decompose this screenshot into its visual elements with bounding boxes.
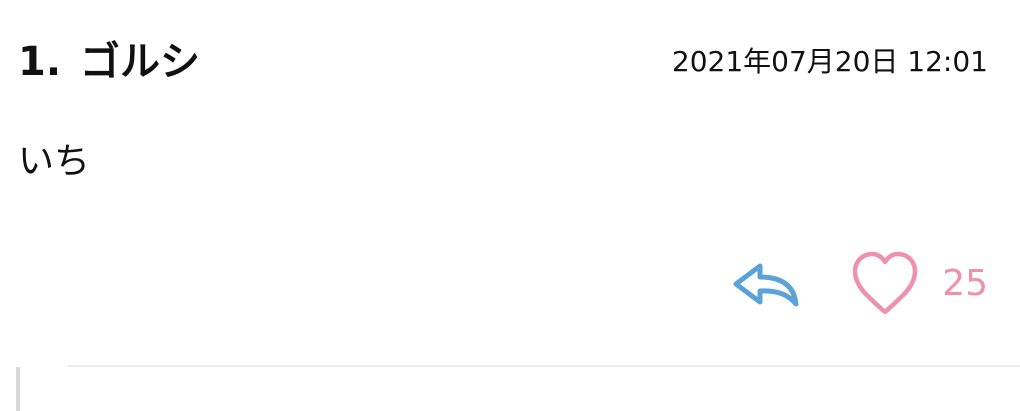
comment-item: 1. ゴルシ 2021年07月20日 12:01 いち 25	[0, 0, 1020, 411]
like-button[interactable]: 25	[850, 249, 988, 319]
like-count: 25	[942, 263, 988, 304]
reply-arrow-icon	[733, 263, 799, 307]
comment-timestamp: 2021年07月20日 12:01	[671, 45, 988, 78]
comment-body: いち	[18, 141, 91, 182]
divider	[68, 365, 1020, 367]
heart-outline-icon	[852, 251, 918, 315]
comment-number: 1.	[18, 39, 62, 85]
comment-actions: 25	[726, 248, 988, 320]
author-name: ゴルシ	[80, 39, 200, 85]
reply-thread-line	[16, 367, 20, 411]
comment-header: 1. ゴルシ 2021年07月20日 12:01	[18, 30, 988, 94]
reply-button[interactable]	[726, 254, 806, 314]
